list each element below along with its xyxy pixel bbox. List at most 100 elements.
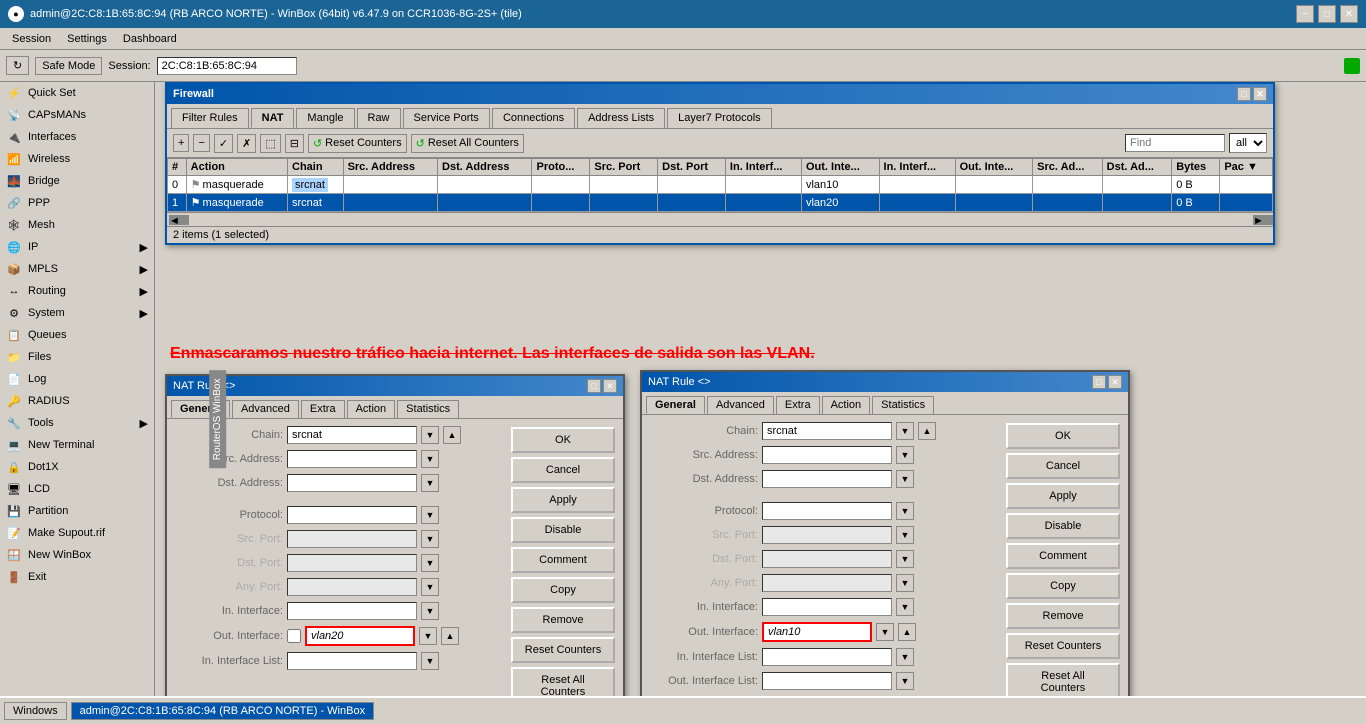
remove-button-left[interactable]: Remove <box>511 607 615 633</box>
apply-button-right[interactable]: Apply <box>1006 483 1120 509</box>
chain-dropdown-btn[interactable]: ▼ <box>421 426 439 444</box>
tab-address-lists[interactable]: Address Lists <box>577 108 665 128</box>
find-input[interactable] <box>1125 134 1225 152</box>
right-dst-port-dropdown[interactable]: ▼ <box>896 550 914 568</box>
remove-button-right[interactable]: Remove <box>1006 603 1120 629</box>
copy-button-left[interactable]: Copy <box>511 577 615 603</box>
filter-button[interactable]: ⊟ <box>285 134 304 153</box>
refresh-button[interactable]: ↻ <box>6 56 29 75</box>
tab-mangle[interactable]: Mangle <box>296 108 354 128</box>
comment-button-left[interactable]: Comment <box>511 547 615 573</box>
src-port-dropdown[interactable]: ▼ <box>421 530 439 548</box>
out-interface-check[interactable] <box>287 629 301 643</box>
right-in-interface-dropdown[interactable]: ▼ <box>896 598 914 616</box>
sidebar-item-log[interactable]: 📄 Log <box>0 368 154 390</box>
right-protocol-dropdown[interactable]: ▼ <box>896 502 914 520</box>
sidebar-item-exit[interactable]: 🚪 Exit <box>0 566 154 588</box>
tab-filter-rules[interactable]: Filter Rules <box>171 108 249 128</box>
tab-raw[interactable]: Raw <box>357 108 401 128</box>
right-any-port-input[interactable] <box>762 574 892 592</box>
nat-right-tab-statistics[interactable]: Statistics <box>872 396 934 414</box>
in-interface-dropdown[interactable]: ▼ <box>421 602 439 620</box>
table-row[interactable]: 0 ⚑ masquerade srcnat vlan10 0 B <box>168 176 1273 194</box>
right-out-interface-list-input[interactable] <box>762 672 892 690</box>
chain-input[interactable] <box>287 426 417 444</box>
reset-counters-button[interactable]: ↺ Reset Counters <box>308 134 407 153</box>
taskbar-winbox[interactable]: admin@2C:C8:1B:65:8C:94 (RB ARCO NORTE) … <box>71 702 374 720</box>
right-protocol-input[interactable] <box>762 502 892 520</box>
sidebar-item-interfaces[interactable]: 🔌 Interfaces <box>0 126 154 148</box>
sidebar-item-tools[interactable]: 🔧 Tools ▶ <box>0 412 154 434</box>
maximize-button[interactable]: □ <box>1318 5 1336 23</box>
sidebar-item-files[interactable]: 📁 Files <box>0 346 154 368</box>
find-scope-select[interactable]: all <box>1229 133 1267 153</box>
dst-port-dropdown[interactable]: ▼ <box>421 554 439 572</box>
nat-left-tab-extra[interactable]: Extra <box>301 400 345 418</box>
nat-left-tab-statistics[interactable]: Statistics <box>397 400 459 418</box>
right-dst-address-dropdown[interactable]: ▼ <box>896 470 914 488</box>
dst-port-input[interactable] <box>287 554 417 572</box>
nat-left-tab-action[interactable]: Action <box>347 400 396 418</box>
copy-button-right[interactable]: Copy <box>1006 573 1120 599</box>
copy-rule-button[interactable]: ⬚ <box>260 134 280 153</box>
scroll-left[interactable]: ◄ <box>169 215 189 225</box>
ok-button-left[interactable]: OK <box>511 427 615 453</box>
right-out-interface-list-dropdown[interactable]: ▼ <box>896 672 914 690</box>
safe-mode-button[interactable]: Safe Mode <box>35 57 102 75</box>
nat-right-tab-action[interactable]: Action <box>822 396 871 414</box>
disable-button-left[interactable]: Disable <box>511 517 615 543</box>
tab-layer7[interactable]: Layer7 Protocols <box>667 108 772 128</box>
reset-all-counters-button[interactable]: ↺ Reset All Counters <box>411 134 524 153</box>
sidebar-item-bridge[interactable]: 🌉 Bridge <box>0 170 154 192</box>
right-in-interface-list-input[interactable] <box>762 648 892 666</box>
menu-session[interactable]: Session <box>4 31 59 47</box>
sidebar-item-lcd[interactable]: 🖥 LCD <box>0 478 154 500</box>
sidebar-item-wireless[interactable]: 📶 Wireless <box>0 148 154 170</box>
right-dst-address-input[interactable] <box>762 470 892 488</box>
in-interface-list-dropdown[interactable]: ▼ <box>421 652 439 670</box>
sidebar-item-queues[interactable]: 📋 Queues <box>0 324 154 346</box>
right-in-interface-list-dropdown[interactable]: ▼ <box>896 648 914 666</box>
any-port-input[interactable] <box>287 578 417 596</box>
sidebar-item-partition[interactable]: 💾 Partition <box>0 500 154 522</box>
nat-left-tab-advanced[interactable]: Advanced <box>232 400 299 418</box>
right-out-interface-dropdown[interactable]: ▼ <box>876 623 894 641</box>
cancel-button-left[interactable]: Cancel <box>511 457 615 483</box>
right-src-address-input[interactable] <box>762 446 892 464</box>
chain-scroll-up[interactable]: ▲ <box>443 426 461 444</box>
menu-dashboard[interactable]: Dashboard <box>115 31 185 47</box>
apply-button-left[interactable]: Apply <box>511 487 615 513</box>
ok-button-right[interactable]: OK <box>1006 423 1120 449</box>
right-src-port-dropdown[interactable]: ▼ <box>896 526 914 544</box>
protocol-input[interactable] <box>287 506 417 524</box>
in-interface-list-input[interactable] <box>287 652 417 670</box>
nat-right-tab-extra[interactable]: Extra <box>776 396 820 414</box>
right-src-port-input[interactable] <box>762 526 892 544</box>
right-src-address-dropdown[interactable]: ▼ <box>896 446 914 464</box>
firewall-minimize[interactable]: □ <box>1237 87 1251 101</box>
delete-rule-button[interactable]: ✗ <box>237 134 256 153</box>
close-button[interactable]: ✕ <box>1340 5 1358 23</box>
out-interface-scroll-up[interactable]: ▲ <box>441 627 459 645</box>
sidebar-item-radius[interactable]: 🔑 RADIUS <box>0 390 154 412</box>
tab-nat[interactable]: NAT <box>251 108 295 128</box>
reset-counters-button-right[interactable]: Reset Counters <box>1006 633 1120 659</box>
sidebar-item-mpls[interactable]: 📦 MPLS ▶ <box>0 258 154 280</box>
sidebar-item-new-winbox[interactable]: 🪟 New WinBox <box>0 544 154 566</box>
firewall-close[interactable]: ✕ <box>1253 87 1267 101</box>
right-in-interface-input[interactable] <box>762 598 892 616</box>
dst-address-dropdown[interactable]: ▼ <box>421 474 439 492</box>
menu-settings[interactable]: Settings <box>59 31 115 47</box>
src-address-input[interactable] <box>287 450 417 468</box>
right-any-port-dropdown[interactable]: ▼ <box>896 574 914 592</box>
add-rule-button[interactable]: + <box>173 134 189 152</box>
tab-connections[interactable]: Connections <box>492 108 575 128</box>
sidebar-item-routing[interactable]: ↔ Routing ▶ <box>0 280 154 302</box>
in-interface-input[interactable] <box>287 602 417 620</box>
any-port-dropdown[interactable]: ▼ <box>421 578 439 596</box>
sidebar-item-system[interactable]: ⚙ System ▶ <box>0 302 154 324</box>
horizontal-scrollbar[interactable]: ◄ ► <box>167 212 1273 226</box>
scroll-right[interactable]: ► <box>1253 215 1273 225</box>
nat-right-close[interactable]: ✕ <box>1108 375 1122 389</box>
right-out-interface-scroll-up[interactable]: ▲ <box>898 623 916 641</box>
